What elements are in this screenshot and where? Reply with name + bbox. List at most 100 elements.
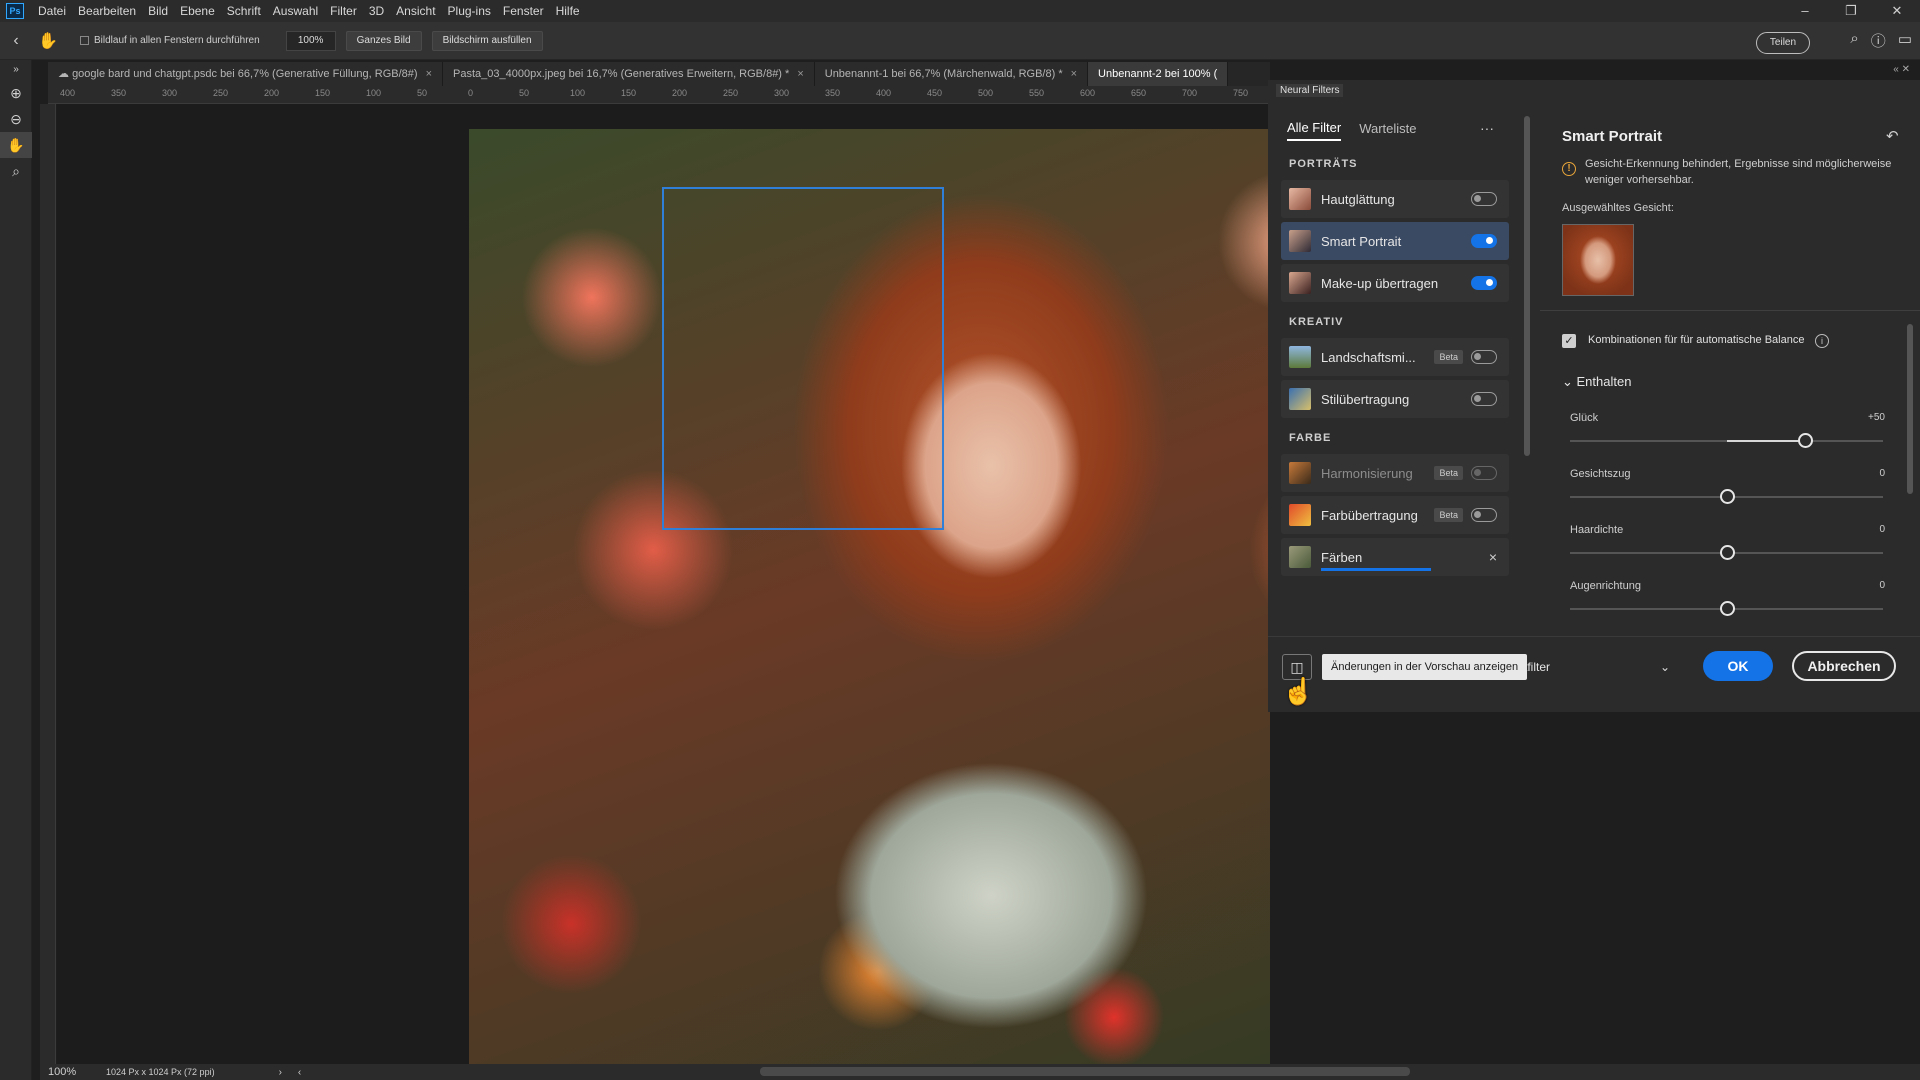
zoom-field[interactable]: 100% (285, 30, 336, 51)
checkbox-box (80, 36, 89, 45)
ruler-left (40, 104, 56, 1064)
menu-ansicht[interactable]: Ansicht (390, 0, 441, 22)
doc-tab[interactable]: ☁ google bard und chatgpt.psdc bei 66,7%… (48, 62, 443, 86)
filter-toggle[interactable] (1471, 508, 1497, 522)
share-button[interactable]: Teilen (1756, 32, 1810, 54)
back-chevron-icon[interactable]: ‹ (0, 32, 32, 50)
fill-screen-button[interactable]: Bildschirm ausfüllen (431, 30, 543, 51)
cancel-button[interactable]: Abbrechen (1792, 651, 1896, 681)
chevron-right-icon[interactable]: › (279, 1067, 282, 1078)
menu-ebene[interactable]: Ebene (174, 0, 221, 22)
close-tab-icon[interactable]: × (797, 68, 803, 80)
scroll-all-windows-label: Bildlauf in allen Fenstern durchführen (94, 35, 260, 46)
filter-toggle[interactable] (1471, 392, 1497, 406)
expand-icon[interactable]: » (0, 60, 32, 80)
status-zoom[interactable]: 100% (40, 1066, 86, 1078)
scrollbar-thumb[interactable] (1524, 116, 1530, 456)
scroll-all-windows-checkbox[interactable]: Bildlauf in allen Fenstern durchführen (80, 35, 260, 46)
filter-item-harmonization[interactable]: Harmonisierung Beta (1281, 454, 1509, 492)
slider-knob[interactable] (1719, 545, 1735, 560)
slider-knob[interactable] (1797, 433, 1813, 448)
filter-toggle[interactable] (1471, 350, 1497, 364)
tab-all-filters[interactable]: Alle Filter (1287, 120, 1342, 141)
filter-toggle[interactable] (1471, 466, 1497, 480)
filter-name: Smart Portrait (1321, 233, 1402, 249)
filter-thumbnail (1289, 546, 1311, 568)
filter-toggle[interactable] (1471, 234, 1497, 248)
divider (1540, 310, 1920, 311)
doc-tab[interactable]: Pasta_03_4000px.jpeg bei 16,7% (Generati… (443, 62, 815, 86)
panel-collapse-icon[interactable]: « ✕ (1893, 64, 1910, 75)
doc-tab-active[interactable]: Unbenannt-2 bei 100% ( (1088, 62, 1229, 86)
auto-balance-checkbox[interactable]: ✓ (1562, 334, 1576, 348)
include-section-toggle[interactable]: ⌄ Enthalten (1562, 374, 1631, 390)
menu-datei[interactable]: Datei (32, 0, 72, 22)
close-window-icon[interactable]: ✕ (1874, 0, 1920, 22)
ruler-tick-label: 350 (825, 88, 841, 98)
slider-label: Glück (1570, 412, 1599, 424)
preview-tooltip: Änderungen in der Vorschau anzeigen (1322, 654, 1528, 680)
restore-icon[interactable]: ❐ (1828, 0, 1874, 22)
menu-3d[interactable]: 3D (363, 0, 390, 22)
doc-tab[interactable]: Unbenannt-1 bei 66,7% (Märchenwald, RGB/… (814, 62, 1089, 86)
tool-bar: » ⊕ ⊖ ✋ ⌕ (0, 60, 32, 1080)
filter-item-makeup-transfer[interactable]: Make-up übertragen (1281, 264, 1509, 302)
tab-waitlist[interactable]: Warteliste (1359, 121, 1416, 140)
menu-filter[interactable]: Filter (324, 0, 363, 22)
slider-knob[interactable] (1719, 489, 1735, 504)
filter-list-scrollbar[interactable] (1522, 112, 1532, 620)
menu-hilfe[interactable]: Hilfe (550, 0, 586, 22)
help-icon[interactable]: ⓘ (1871, 30, 1886, 51)
filter-toggle[interactable] (1471, 192, 1497, 206)
minimize-icon[interactable]: – (1782, 0, 1828, 22)
cloud-icon: ☁ (58, 68, 73, 80)
menu-plugins[interactable]: Plug-ins (442, 0, 497, 22)
workspace-icon[interactable]: ▭ (1898, 30, 1912, 51)
neural-filters-header: Neural Filters (1268, 80, 1920, 102)
ruler-tick-label: 250 (723, 88, 739, 98)
filter-item-skin-smoothing[interactable]: Hautglättung (1281, 180, 1509, 218)
menu-fenster[interactable]: Fenster (497, 0, 550, 22)
slider-knob[interactable] (1719, 601, 1735, 616)
close-tab-icon[interactable]: × (1071, 68, 1077, 80)
ruler-tick-label: 300 (162, 88, 178, 98)
filter-item-colorize[interactable]: Färben × (1281, 538, 1509, 576)
menu-bild[interactable]: Bild (142, 0, 174, 22)
status-doc-info[interactable]: 1024 Px x 1024 Px (72 ppi) (106, 1067, 215, 1077)
menu-bearbeiten[interactable]: Bearbeiten (72, 0, 142, 22)
hand-tool-icon[interactable]: ✋ (32, 31, 64, 51)
chevron-left-icon[interactable]: ‹ (298, 1067, 301, 1078)
slider-value: +50 (1868, 412, 1885, 423)
horizontal-scrollbar[interactable] (760, 1067, 1410, 1076)
info-icon[interactable]: i (1815, 334, 1829, 348)
close-tab-icon[interactable]: × (426, 68, 432, 80)
filter-item-color-transfer[interactable]: Farbübertragung Beta (1281, 496, 1509, 534)
reset-icon[interactable]: ↶ (1886, 127, 1899, 145)
menu-auswahl[interactable]: Auswahl (267, 0, 324, 22)
download-progress-bar (1321, 568, 1431, 571)
filter-toggle[interactable] (1471, 276, 1497, 290)
fit-screen-button[interactable]: Ganzes Bild (345, 30, 422, 51)
filter-item-smart-portrait[interactable]: Smart Portrait (1281, 222, 1509, 260)
selected-face-thumbnail[interactable] (1562, 224, 1634, 296)
filter-item-style-transfer[interactable]: Stilübertragung (1281, 380, 1509, 418)
split-view-icon: ◫ (1290, 659, 1304, 675)
ok-button[interactable]: OK (1703, 651, 1773, 681)
more-options-icon[interactable]: ··· (1480, 120, 1494, 136)
zoom-tool-icon[interactable]: ⌕ (0, 158, 32, 184)
output-select[interactable]: rtfilter ⌄ (1520, 654, 1670, 680)
search-icon[interactable]: ⌕ (1850, 30, 1858, 51)
filter-name: Make-up übertragen (1321, 275, 1439, 291)
slider-eye-direction: Augenrichtung 0 (1570, 580, 1885, 624)
zoom-out-icon[interactable]: ⊖ (0, 106, 32, 132)
menu-schrift[interactable]: Schrift (221, 0, 267, 22)
ruler-tick-label: 400 (60, 88, 76, 98)
settings-scrollbar[interactable] (1906, 320, 1914, 620)
scrollbar-thumb[interactable] (1907, 324, 1913, 494)
hand-tool-icon[interactable]: ✋ (0, 132, 32, 158)
zoom-in-icon[interactable]: ⊕ (0, 80, 32, 106)
ruler-tick-label: 200 (672, 88, 688, 98)
filter-item-landscape-mixer[interactable]: Landschaftsmi... Beta (1281, 338, 1509, 376)
filter-name: Stilübertragung (1321, 391, 1410, 407)
cancel-download-icon[interactable]: × (1489, 549, 1497, 565)
